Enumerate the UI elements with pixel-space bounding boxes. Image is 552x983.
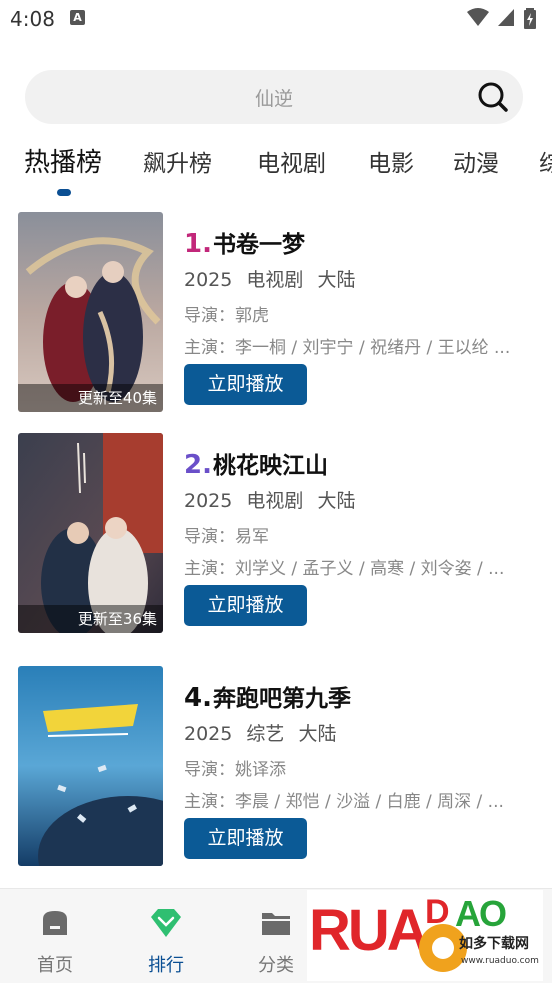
status-indicators: [464, 7, 544, 29]
rank-number: 1.: [184, 229, 212, 259]
tab-movie[interactable]: 电影: [368, 144, 414, 178]
item-title[interactable]: 1.书卷一梦: [184, 225, 305, 259]
tab-indicator: [57, 189, 71, 196]
tab-anime[interactable]: 动漫: [453, 144, 499, 178]
year: 2025: [184, 490, 233, 512]
list-item[interactable]: 更新至36集 2.桃花映江山 2025 电视剧 大陆 导演：易军 主演：刘学义 …: [0, 433, 552, 633]
category-tabs: 热播榜 飙升榜 电视剧 电影 动漫 综: [0, 140, 552, 200]
nav-category[interactable]: 分类: [241, 905, 311, 977]
watermark-text: 如多下载网: [459, 935, 529, 952]
tab-rising[interactable]: 飙升榜: [143, 144, 212, 178]
signal-icon: [498, 9, 514, 26]
year: 2025: [184, 723, 233, 745]
wifi-icon: [467, 8, 489, 26]
tab-variety[interactable]: 综: [539, 144, 552, 178]
nav-ranking[interactable]: 排行: [131, 905, 201, 977]
poster-image[interactable]: [18, 666, 163, 866]
poster-image[interactable]: 更新至40集: [18, 212, 163, 412]
tab-tv[interactable]: 电视剧: [257, 144, 326, 178]
region: 大陆: [317, 269, 356, 291]
item-title[interactable]: 2.桃花映江山: [184, 446, 328, 480]
item-meta: 2025 综艺 大陆: [184, 719, 344, 746]
play-button[interactable]: 立即播放: [184, 585, 307, 626]
director-text: 导演：郭虎: [184, 306, 269, 326]
folder-icon: [262, 913, 290, 935]
episode-caption: 更新至40集: [18, 384, 163, 412]
site-watermark: RUA D AO 如多下载网 www.ruaduo.com: [305, 888, 545, 983]
battery-icon: [524, 8, 536, 29]
item-meta: 2025 电视剧 大陆: [184, 265, 363, 292]
list-item[interactable]: 更新至40集 1.书卷一梦 2025 电视剧 大陆 导演：郭虎 主演：李一桐 /…: [0, 212, 552, 412]
director-text: 导演：姚译添: [184, 760, 286, 780]
item-title[interactable]: 4.奔跑吧第九季: [184, 679, 351, 713]
region: 大陆: [317, 490, 356, 512]
type: 综艺: [246, 723, 285, 745]
search-icon[interactable]: [477, 81, 509, 113]
watermark-url: www.ruaduo.com: [461, 956, 539, 966]
play-button[interactable]: 立即播放: [184, 364, 307, 405]
list-item[interactable]: 4.奔跑吧第九季 2025 综艺 大陆 导演：姚译添 主演：李晨 / 郑恺 / …: [0, 666, 552, 866]
year: 2025: [184, 269, 233, 291]
nav-home-label: 首页: [37, 955, 73, 976]
home-icon: [43, 911, 67, 935]
search-input[interactable]: 仙逆: [25, 84, 523, 111]
type: 电视剧: [246, 490, 304, 512]
svg-text:AO: AO: [455, 893, 506, 934]
status-bar: 4:08 A: [0, 0, 552, 38]
cast-text: 主演：刘学义 / 孟子义 / 高寒 / 刘令姿 / ...: [184, 559, 505, 579]
rank-number: 2.: [184, 450, 212, 480]
title-text: 奔跑吧第九季: [212, 686, 351, 712]
region: 大陆: [298, 723, 337, 745]
title-text: 书卷一梦: [212, 232, 305, 258]
poster-image[interactable]: 更新至36集: [18, 433, 163, 633]
type: 电视剧: [246, 269, 304, 291]
search-bar[interactable]: 仙逆: [25, 70, 523, 124]
svg-text:RUA: RUA: [309, 898, 428, 963]
episode-caption: 更新至36集: [18, 605, 163, 633]
svg-text:D: D: [425, 893, 449, 931]
title-text: 桃花映江山: [212, 453, 328, 479]
cast-text: 主演：李晨 / 郑恺 / 沙溢 / 白鹿 / 周深 / ...: [184, 792, 504, 812]
item-meta: 2025 电视剧 大陆: [184, 486, 363, 513]
status-time: 4:08: [10, 7, 55, 31]
rank-number: 4.: [184, 683, 212, 713]
tab-hot[interactable]: 热播榜: [24, 142, 102, 179]
diamond-icon: [151, 909, 181, 937]
nav-ranking-label: 排行: [148, 955, 184, 976]
nav-category-label: 分类: [258, 955, 294, 976]
notification-icon: A: [70, 10, 85, 25]
play-button[interactable]: 立即播放: [184, 818, 307, 859]
director-text: 导演：易军: [184, 527, 269, 547]
nav-home[interactable]: 首页: [20, 905, 90, 977]
cast-text: 主演：李一桐 / 刘宇宁 / 祝绪丹 / 王以纶 ...: [184, 338, 511, 358]
